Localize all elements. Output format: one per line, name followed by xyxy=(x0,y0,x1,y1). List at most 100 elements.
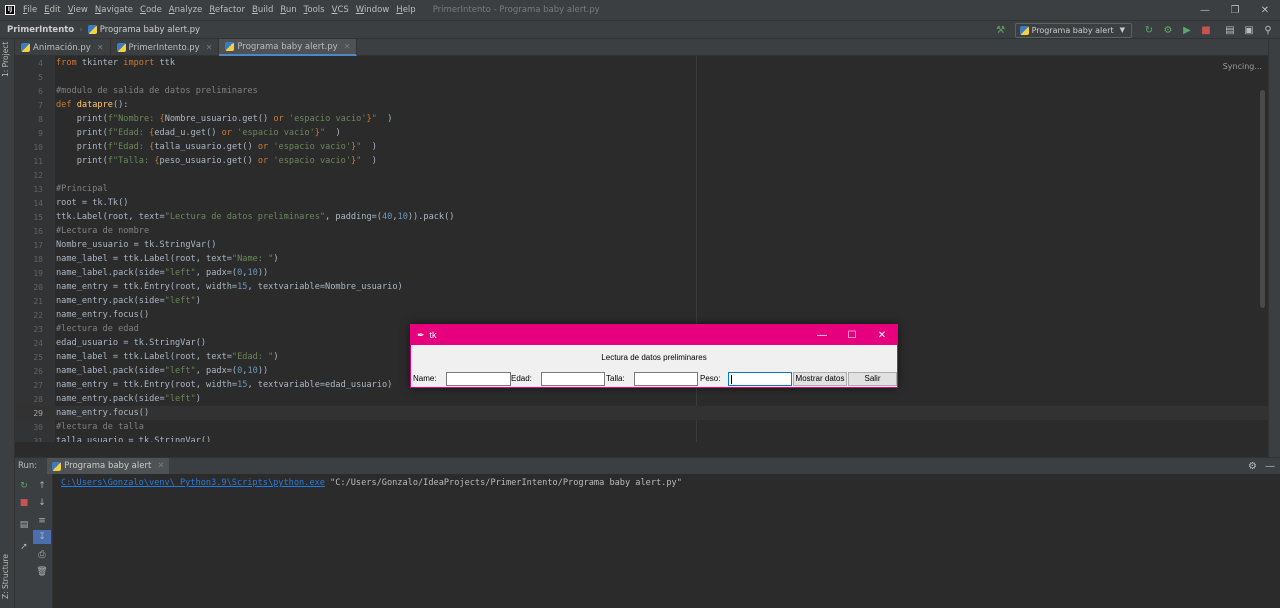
name-label: Name: xyxy=(413,374,437,383)
peso-entry[interactable] xyxy=(728,372,792,386)
layout-icon[interactable]: ▣ xyxy=(1241,22,1257,38)
menu-build[interactable]: Build xyxy=(252,5,273,15)
tab-programa-baby-alert[interactable]: Programa baby alert.py ✕ xyxy=(219,39,358,56)
script-path: "C:/Users/Gonzalo/IdeaProjects/PrimerInt… xyxy=(324,478,682,488)
run-tab-programa-baby-alert[interactable]: Programa baby alert ✕ xyxy=(47,458,170,474)
rerun-icon[interactable]: ↻ xyxy=(15,479,33,493)
pin-icon[interactable]: ➚ xyxy=(15,540,33,554)
editor-tab-bar: Animación.py ✕ PrimerIntento.py ✕ Progra… xyxy=(15,39,1268,56)
tk-app-window: ✒ tk — ☐ ✕ Lectura de datos preliminares… xyxy=(410,324,898,388)
code-text: #lectura de talla xyxy=(56,422,144,432)
restore-icon[interactable]: ❐ xyxy=(1220,0,1250,20)
tk-window-title: tk xyxy=(429,330,437,340)
toolbar-right: ⚒ Programa baby alert ▼ ↻ ⚙ ▶ ■ ▤ ▣ ⚲ xyxy=(990,21,1280,39)
close-tab-icon[interactable]: ✕ xyxy=(97,43,104,52)
stop-icon[interactable]: ■ xyxy=(15,496,33,510)
edad-entry[interactable] xyxy=(541,372,605,386)
project-structure-icon[interactable]: ▤ xyxy=(1222,22,1238,38)
salir-button[interactable]: Salir xyxy=(848,372,897,386)
code-text: name_entry.pack(side="left") xyxy=(56,296,201,306)
debug-bug-icon[interactable]: ⚙ xyxy=(1160,22,1176,38)
coverage-icon[interactable]: ▶ xyxy=(1179,22,1195,38)
search-icon[interactable]: ⚲ xyxy=(1260,22,1276,38)
python-file-icon xyxy=(1019,25,1029,35)
line-number: 16 xyxy=(33,226,43,236)
close-icon[interactable]: ✕ xyxy=(1250,0,1280,20)
talla-label: Talla: xyxy=(606,374,625,383)
maximize-icon[interactable]: ☐ xyxy=(837,325,867,345)
code-text: print(f"Talla: {peso_usuario.get() or 'e… xyxy=(56,156,377,166)
menu-refactor[interactable]: Refactor xyxy=(209,5,245,15)
line-number: 24 xyxy=(33,338,43,348)
arrow-up-icon[interactable]: ↑ xyxy=(33,479,51,493)
tk-heading-label: Lectura de datos preliminares xyxy=(601,353,707,362)
menu-code[interactable]: Code xyxy=(140,5,162,15)
code-line: 22 name_entry.focus() xyxy=(15,308,1268,322)
menu-analyze[interactable]: Analyze xyxy=(169,5,203,15)
intellij-logo-icon: IJ xyxy=(5,5,15,15)
peso-label: Peso: xyxy=(700,374,721,383)
menu-help[interactable]: Help xyxy=(396,5,415,15)
line-number: 28 xyxy=(33,394,43,404)
code-line: 12 xyxy=(15,168,1268,182)
code-text: print(f"Nombre: {Nombre_usuario.get() or… xyxy=(56,114,393,124)
line-number: 21 xyxy=(33,296,43,306)
print-icon[interactable]: ⎙ xyxy=(33,548,51,562)
menu-bar: IJ File Edit View Navigate Code Analyze … xyxy=(0,0,1280,20)
scroll-to-end-icon[interactable]: ↧ xyxy=(33,530,51,544)
menu-run[interactable]: Run xyxy=(280,5,296,15)
menu-tools[interactable]: Tools xyxy=(304,5,325,15)
code-line: 13 #Principal xyxy=(15,182,1268,196)
run-console[interactable]: C:\Users\Gonzalo\venv\ Python3.9\Scripts… xyxy=(54,474,1280,608)
layout-icon[interactable]: ▤ xyxy=(15,518,33,532)
code-line: 6 #modulo de salida de datos preliminares xyxy=(15,84,1268,98)
menu-file[interactable]: File xyxy=(23,5,37,15)
project-tool-window-button[interactable]: 1: Project xyxy=(1,42,10,77)
hide-panel-icon[interactable]: — xyxy=(1265,461,1275,472)
tk-title-bar[interactable]: ✒ tk — ☐ ✕ xyxy=(411,325,897,345)
line-number: 25 xyxy=(33,352,43,362)
build-hammer-icon[interactable]: ⚒ xyxy=(993,22,1009,38)
line-number: 13 xyxy=(33,184,43,194)
line-number: 29 xyxy=(33,408,43,418)
rerun-icon[interactable]: ↻ xyxy=(1141,22,1157,38)
menu-window[interactable]: Window xyxy=(356,5,390,15)
minimize-icon[interactable]: — xyxy=(1190,0,1220,20)
trash-icon[interactable]: 🗑 xyxy=(33,565,51,579)
close-tab-icon[interactable]: ✕ xyxy=(206,43,213,52)
settings-gear-icon[interactable]: ⚙ xyxy=(1248,461,1257,472)
breadcrumb-file[interactable]: Programa baby alert.py xyxy=(87,25,200,35)
name-entry[interactable] xyxy=(446,372,511,386)
run-configuration-select[interactable]: Programa baby alert ▼ xyxy=(1014,22,1132,38)
menu-navigate[interactable]: Navigate xyxy=(95,5,133,15)
tk-form-row: Name: Edad: Talla: Peso: Mostrar datos S… xyxy=(413,372,897,386)
interpreter-path-link[interactable]: C:\Users\Gonzalo\venv\ Python3.9\Scripts… xyxy=(61,478,325,488)
soft-wrap-icon[interactable]: ≡ xyxy=(33,514,51,528)
breadcrumb-project[interactable]: PrimerIntento xyxy=(7,25,74,35)
arrow-down-icon[interactable]: ↓ xyxy=(33,496,51,510)
tab-primerintento[interactable]: PrimerIntento.py ✕ xyxy=(111,39,220,56)
code-text: name_label = ttk.Label(root, text="Edad:… xyxy=(56,352,279,362)
code-text: name_label = ttk.Label(root, text="Name:… xyxy=(56,254,279,264)
code-text: name_entry = ttk.Entry(root, width=15, t… xyxy=(56,380,393,390)
line-number: 14 xyxy=(33,198,43,208)
structure-tool-window-button[interactable]: Z: Structure xyxy=(1,554,10,599)
talla-entry[interactable] xyxy=(634,372,698,386)
close-icon[interactable]: ✕ xyxy=(867,325,897,345)
menu-edit[interactable]: Edit xyxy=(44,5,60,15)
close-tab-icon[interactable]: ✕ xyxy=(157,461,164,471)
close-tab-icon[interactable]: ✕ xyxy=(344,42,351,51)
code-text: #Principal xyxy=(56,184,108,194)
menu-vcs[interactable]: VCS xyxy=(332,5,349,15)
minimize-icon[interactable]: — xyxy=(807,325,837,345)
mostrar-datos-button[interactable]: Mostrar datos xyxy=(793,372,847,386)
tab-animacion[interactable]: Animación.py ✕ xyxy=(15,39,111,56)
menu-view[interactable]: View xyxy=(68,5,88,15)
line-number: 17 xyxy=(33,240,43,250)
left-tool-window-strip: 1: Project Z: Structure xyxy=(0,39,15,608)
stop-icon[interactable]: ■ xyxy=(1198,22,1214,38)
line-number: 15 xyxy=(33,212,43,222)
code-text: print(f"Edad: {talla_usuario.get() or 'e… xyxy=(56,142,377,152)
run-config-label: Programa baby alert xyxy=(1031,25,1114,35)
code-line: 15 ttk.Label(root, text="Lectura de datos… xyxy=(15,210,1268,224)
